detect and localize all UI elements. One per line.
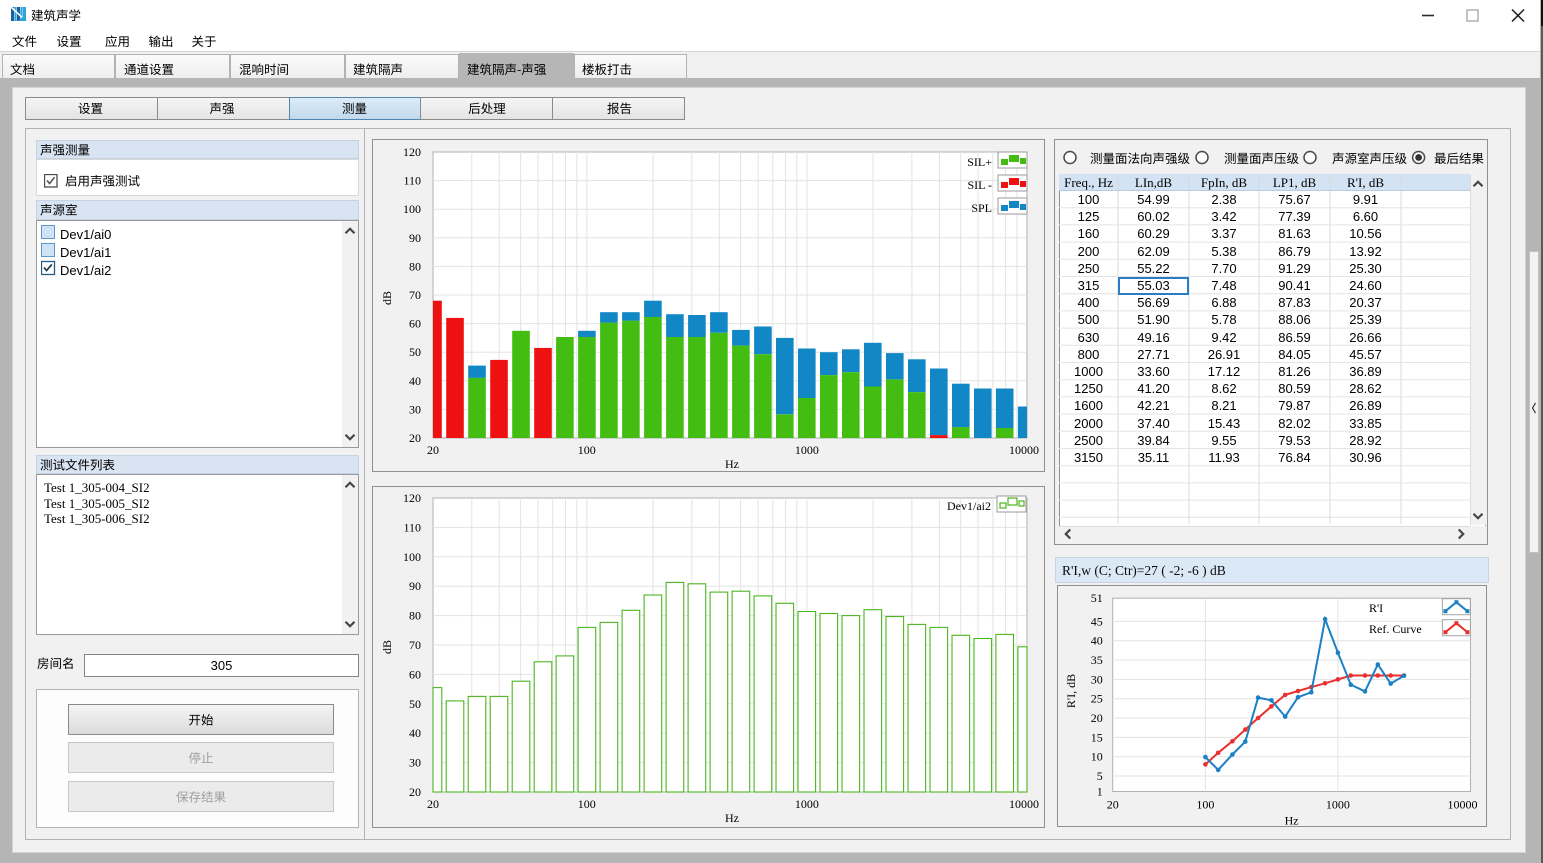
svg-text:100: 100	[578, 443, 596, 457]
svg-text:1000: 1000	[795, 797, 819, 811]
svg-text:1000: 1000	[795, 443, 819, 457]
svg-text:60: 60	[409, 667, 421, 681]
svg-text:20: 20	[1107, 798, 1119, 812]
svg-text:Hz: Hz	[725, 457, 739, 471]
svg-text:90: 90	[409, 579, 421, 593]
svg-text:20: 20	[409, 785, 421, 799]
svg-text:110: 110	[403, 520, 421, 534]
svg-text:30: 30	[409, 402, 421, 416]
svg-text:100: 100	[403, 550, 421, 564]
svg-text:45: 45	[1091, 614, 1103, 628]
svg-text:40: 40	[409, 726, 421, 740]
svg-text:Dev1/ai2: Dev1/ai2	[947, 499, 991, 513]
svg-text:dB: dB	[380, 640, 394, 654]
svg-text:1000: 1000	[1326, 798, 1350, 812]
svg-text:Hz: Hz	[1285, 814, 1299, 827]
svg-text:60: 60	[409, 317, 421, 331]
svg-text:50: 50	[409, 697, 421, 711]
svg-text:51: 51	[1091, 591, 1103, 605]
svg-text:70: 70	[409, 288, 421, 302]
svg-text:Ref. Curve: Ref. Curve	[1369, 622, 1422, 636]
svg-text:40: 40	[1091, 634, 1103, 648]
svg-text:20: 20	[427, 797, 439, 811]
svg-text:25: 25	[1091, 692, 1103, 706]
svg-text:10000: 10000	[1009, 443, 1039, 457]
svg-text:15: 15	[1091, 730, 1103, 744]
svg-text:100: 100	[403, 202, 421, 216]
svg-text:40: 40	[409, 374, 421, 388]
svg-text:Hz: Hz	[725, 811, 739, 825]
svg-text:1: 1	[1097, 785, 1103, 799]
svg-text:90: 90	[409, 231, 421, 245]
svg-text:120: 120	[403, 491, 421, 505]
svg-text:10: 10	[1091, 750, 1103, 764]
svg-text:30: 30	[409, 756, 421, 770]
svg-text:5: 5	[1097, 769, 1103, 783]
svg-text:100: 100	[1196, 798, 1214, 812]
svg-text:R'I: R'I	[1369, 601, 1383, 615]
svg-text:20: 20	[427, 443, 439, 457]
svg-text:100: 100	[578, 797, 596, 811]
svg-text:SIL -: SIL -	[967, 178, 992, 192]
svg-text:35: 35	[1091, 653, 1103, 667]
svg-text:50: 50	[409, 345, 421, 359]
svg-text:70: 70	[409, 638, 421, 652]
svg-text:80: 80	[409, 259, 421, 273]
svg-text:30: 30	[1091, 672, 1103, 686]
svg-text:10000: 10000	[1448, 798, 1478, 812]
svg-text:dB: dB	[380, 291, 394, 305]
svg-text:20: 20	[1091, 711, 1103, 725]
svg-text:SIL+: SIL+	[967, 155, 992, 169]
svg-text:110: 110	[403, 174, 421, 188]
svg-text:80: 80	[409, 609, 421, 623]
svg-text:20: 20	[409, 431, 421, 445]
svg-text:120: 120	[403, 145, 421, 159]
svg-text:SPL: SPL	[971, 201, 992, 215]
svg-text:R'I, dB: R'I, dB	[1064, 674, 1078, 708]
svg-text:10000: 10000	[1009, 797, 1039, 811]
